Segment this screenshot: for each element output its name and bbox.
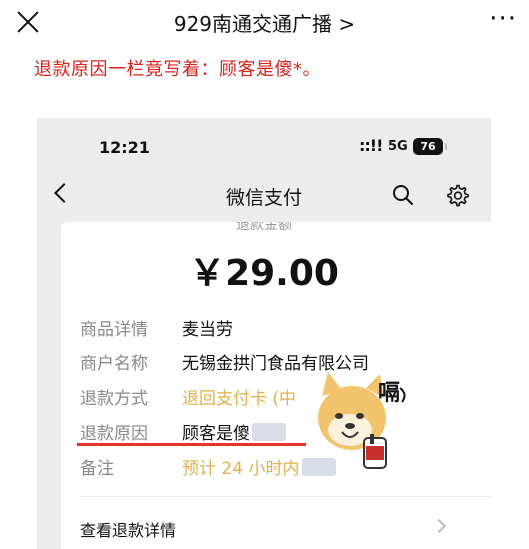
- embedded-screenshot: 12:21 ::!! 5G 76 微信支付 退款金额 ￥29.00 商品详情 麦…: [37, 118, 491, 549]
- censor-blur: [252, 423, 286, 441]
- row-value: 预计 24 小时内: [182, 459, 300, 479]
- gear-icon[interactable]: [445, 183, 469, 207]
- network-type: 5G: [388, 139, 408, 154]
- battery-icon: 76: [413, 138, 447, 155]
- status-bar: 12:21 ::!! 5G 76: [37, 118, 491, 168]
- row-key: 退款原因: [80, 424, 148, 444]
- top-bar: 929南通交通广播 > ···: [0, 0, 529, 46]
- page-title: 微信支付: [225, 187, 302, 209]
- row-value: 顾客是傻: [182, 424, 250, 444]
- row-key: 商户名称: [80, 354, 148, 374]
- search-icon[interactable]: [392, 184, 414, 206]
- refund-amount-label: 退款金额: [236, 222, 292, 233]
- row-divider: [80, 496, 491, 497]
- burping-dog-sticker: 嗝: [318, 372, 406, 469]
- row-key: 退款方式: [80, 389, 148, 409]
- row-key: 备注: [80, 459, 114, 479]
- row-key: 商品详情: [80, 320, 148, 340]
- row-value: 麦当劳: [182, 320, 233, 340]
- sticker-caption: 嗝: [378, 381, 400, 406]
- nav-bar: 微信支付: [37, 174, 491, 218]
- refund-amount: ￥29.00: [189, 253, 339, 294]
- more-icon[interactable]: ···: [489, 4, 517, 34]
- signal-icon: ::!!: [359, 136, 383, 155]
- account-name-link[interactable]: 929南通交通广播 >: [0, 8, 529, 37]
- refund-card: 退款金额 ￥29.00 商品详情 麦当劳 商户名称 无锡金拱门食品有限公司 退款…: [61, 222, 491, 549]
- row-value: 退回支付卡 (中: [182, 389, 297, 409]
- status-time: 12:21: [99, 138, 150, 157]
- red-underline: [77, 443, 306, 446]
- article-headline: 退款原因一栏竟写着：顾客是傻*。: [34, 59, 321, 80]
- view-refund-details-link[interactable]: 查看退款详情: [80, 517, 176, 541]
